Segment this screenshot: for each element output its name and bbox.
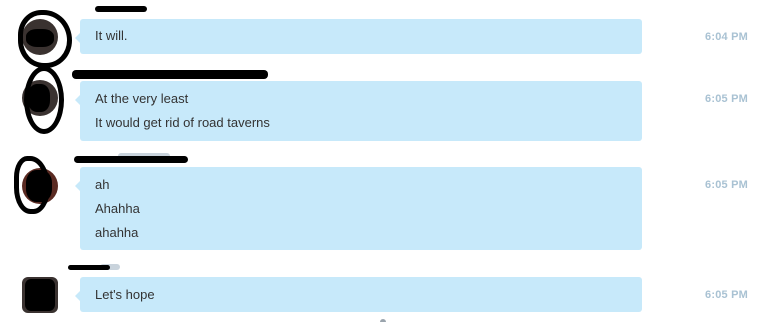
avatar[interactable] xyxy=(22,277,58,313)
message-text: At the very least xyxy=(95,91,189,106)
message-timestamp: 6:04 PM xyxy=(705,31,748,43)
message-group: At the very least It would get rid of ro… xyxy=(0,60,762,150)
message-group: It will. 6:04 PM xyxy=(0,0,762,68)
sender-name-redacted xyxy=(72,70,268,79)
message-group: ah Ahahha ahahha 6:05 PM xyxy=(0,150,762,255)
message-timestamp: 6:05 PM xyxy=(705,93,748,105)
message-bubble[interactable]: Let's hope xyxy=(75,277,642,312)
message-bubble[interactable]: ah Ahahha ahahha xyxy=(75,167,642,250)
message-text: Let's hope xyxy=(95,287,155,302)
sender-name-redacted xyxy=(74,156,188,163)
redaction-scribble xyxy=(24,66,64,134)
message-bubble[interactable]: It will. xyxy=(75,19,642,54)
message-bubble[interactable]: At the very least It would get rid of ro… xyxy=(75,81,642,141)
message-text: It will. xyxy=(95,28,128,43)
sender-name-redacted xyxy=(68,265,110,270)
redaction-scribble xyxy=(14,156,50,214)
message-group: Let's hope 6:05 PM xyxy=(0,255,762,322)
chat-transcript: It will. 6:04 PM At the very least It wo… xyxy=(0,0,762,322)
message-text: ah xyxy=(95,177,110,192)
message-text: Ahahha xyxy=(95,201,140,216)
message-timestamp: 6:05 PM xyxy=(705,179,748,191)
sender-name-redacted xyxy=(95,6,147,12)
message-timestamp: 6:05 PM xyxy=(705,289,748,301)
message-text: It would get rid of road taverns xyxy=(95,115,270,130)
message-text: ahahha xyxy=(95,225,139,240)
